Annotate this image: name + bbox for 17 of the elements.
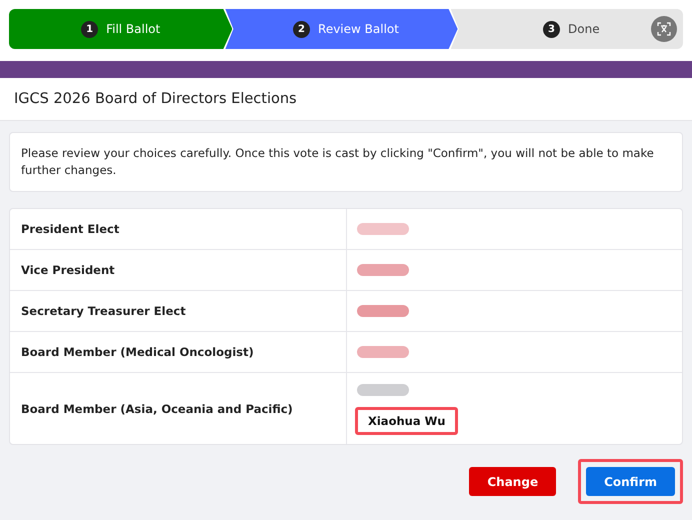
- step-label: Done: [568, 22, 600, 36]
- translate-icon: [657, 22, 671, 36]
- confirm-button[interactable]: Confirm: [586, 467, 675, 496]
- step-label: Fill Ballot: [106, 22, 160, 36]
- step-number: 1: [81, 20, 98, 38]
- position-cell: Secretary Treasurer Elect: [10, 291, 347, 331]
- candidate-name: Xiaohua Wu: [355, 407, 458, 435]
- change-button[interactable]: Change: [469, 467, 556, 496]
- step-number: 2: [293, 20, 310, 38]
- step-label: Review Ballot: [318, 22, 399, 36]
- position-cell: Vice President: [10, 250, 347, 290]
- position-cell: President Elect: [10, 209, 347, 249]
- position-cell: Board Member (Asia, Oceania and Pacific): [10, 373, 347, 444]
- position-cell: Board Member (Medical Oncologist): [10, 332, 347, 372]
- step-number: 3: [543, 20, 560, 38]
- notice-text: Please review your choices carefully. Once this vote is cast by clicking "Confirm", you will not be able to make further changes.: [20, 145, 655, 179]
- election-title: IGCS 2026 Board of Directors Elections: [0, 78, 692, 121]
